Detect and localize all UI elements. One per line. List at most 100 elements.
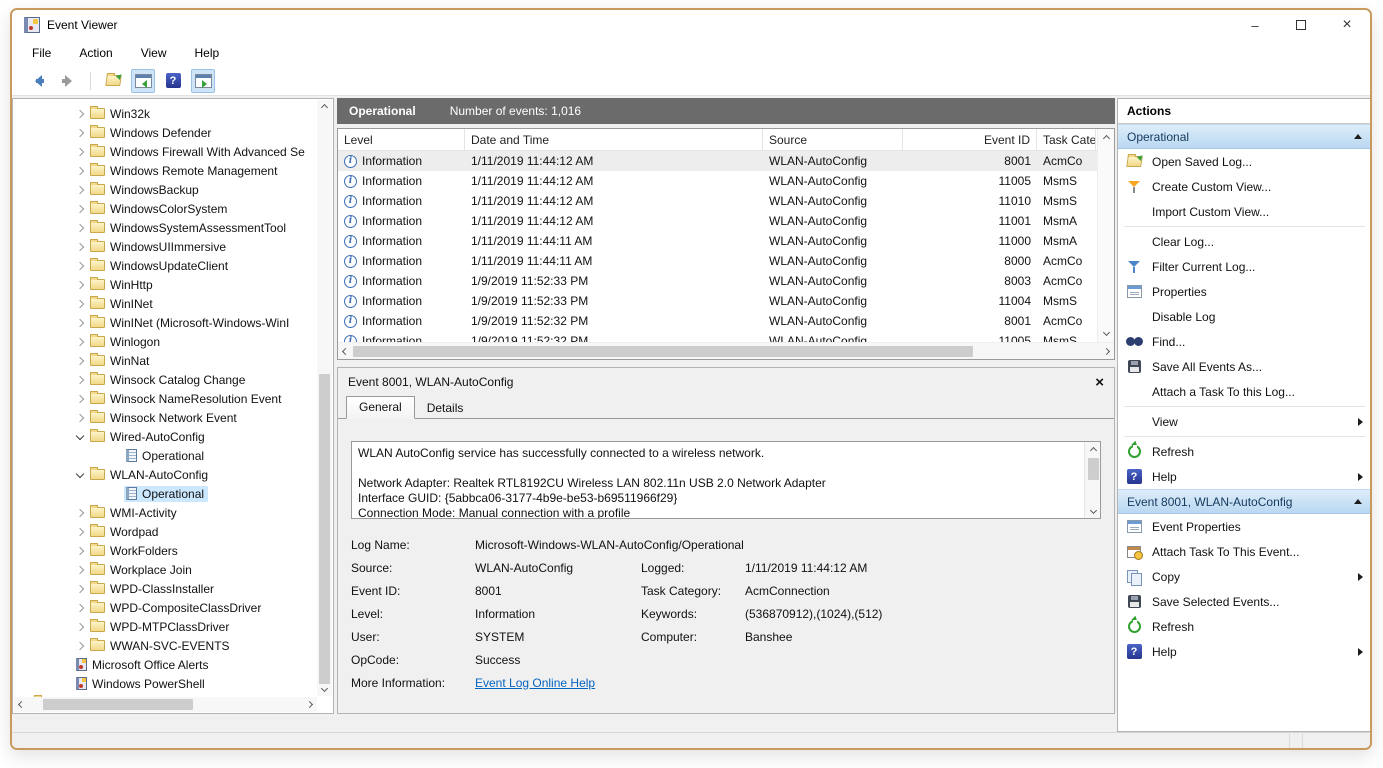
scroll-down-arrow[interactable] bbox=[1099, 325, 1114, 340]
chevron-collapsed-icon[interactable] bbox=[76, 395, 84, 403]
event-row[interactable]: iInformation1/11/2019 11:44:12 AMWLAN-Au… bbox=[338, 171, 1097, 191]
action-item-help[interactable]: ?Help bbox=[1118, 464, 1371, 489]
tree-item[interactable]: Windows PowerShell bbox=[13, 674, 317, 693]
event-row[interactable]: iInformation1/9/2019 11:52:32 PMWLAN-Aut… bbox=[338, 311, 1097, 331]
chevron-expanded-icon[interactable] bbox=[76, 469, 84, 477]
chevron-collapsed-icon[interactable] bbox=[76, 376, 84, 384]
tree-item[interactable]: Winsock NameResolution Event bbox=[13, 389, 317, 408]
scroll-left-arrow[interactable] bbox=[338, 344, 353, 359]
scroll-thumb[interactable] bbox=[1088, 458, 1099, 480]
tree-item[interactable]: WinINet bbox=[13, 294, 317, 313]
tree-item[interactable]: WPD-MTPClassDriver bbox=[13, 617, 317, 636]
list-horizontal-scrollbar[interactable] bbox=[338, 342, 1114, 359]
forward-button[interactable] bbox=[56, 69, 80, 93]
tree-item[interactable]: Winlogon bbox=[13, 332, 317, 351]
tree-item[interactable]: Operational bbox=[13, 446, 317, 465]
collapse-section-icon[interactable] bbox=[1354, 499, 1362, 504]
tree-item[interactable]: Winsock Network Event bbox=[13, 408, 317, 427]
scroll-left-arrow[interactable] bbox=[14, 697, 29, 712]
event-log-online-help-link[interactable]: Event Log Online Help bbox=[475, 676, 595, 690]
action-item-find[interactable]: Find... bbox=[1118, 329, 1371, 354]
maximize-button[interactable] bbox=[1278, 10, 1324, 40]
menu-action[interactable]: Action bbox=[79, 46, 112, 60]
event-row[interactable]: iInformation1/11/2019 11:44:12 AMWLAN-Au… bbox=[338, 191, 1097, 211]
chevron-collapsed-icon[interactable] bbox=[76, 642, 84, 650]
chevron-collapsed-icon[interactable] bbox=[76, 528, 84, 536]
back-button[interactable] bbox=[26, 69, 50, 93]
action-item-refresh[interactable]: Refresh bbox=[1118, 614, 1371, 639]
tree-item[interactable]: WinINet (Microsoft-Windows-WinI bbox=[13, 313, 317, 332]
tree-item[interactable]: Win32k bbox=[13, 104, 317, 123]
column-header-task-category[interactable]: Task Category bbox=[1037, 129, 1096, 150]
chevron-collapsed-icon[interactable] bbox=[76, 585, 84, 593]
chevron-collapsed-icon[interactable] bbox=[76, 547, 84, 555]
chevron-collapsed-icon[interactable] bbox=[76, 186, 84, 194]
chevron-collapsed-icon[interactable] bbox=[76, 224, 84, 232]
collapse-section-icon[interactable] bbox=[1354, 134, 1362, 139]
scroll-up-arrow[interactable] bbox=[1085, 443, 1101, 457]
chevron-collapsed-icon[interactable] bbox=[76, 281, 84, 289]
action-item-save-all-events-as[interactable]: Save All Events As... bbox=[1118, 354, 1371, 379]
chevron-collapsed-icon[interactable] bbox=[76, 509, 84, 517]
tree-item[interactable]: Winsock Catalog Change bbox=[13, 370, 317, 389]
action-item-help[interactable]: ?Help bbox=[1118, 639, 1371, 664]
action-item-import-custom-view[interactable]: Import Custom View... bbox=[1118, 199, 1371, 224]
menu-help[interactable]: Help bbox=[195, 46, 220, 60]
tree-item[interactable]: WindowsColorSystem bbox=[13, 199, 317, 218]
open-saved-log-toolbar-button[interactable] bbox=[101, 69, 125, 93]
action-item-disable-log[interactable]: Disable Log bbox=[1118, 304, 1371, 329]
tree-item[interactable]: Microsoft Office Alerts bbox=[13, 655, 317, 674]
chevron-collapsed-icon[interactable] bbox=[76, 623, 84, 631]
scroll-down-arrow[interactable] bbox=[1085, 503, 1101, 517]
scroll-thumb[interactable] bbox=[319, 374, 330, 684]
scroll-thumb[interactable] bbox=[353, 346, 973, 357]
close-details-icon[interactable]: × bbox=[1095, 374, 1104, 391]
action-item-attach-task-to-this-event[interactable]: Attach Task To This Event... bbox=[1118, 539, 1371, 564]
event-row[interactable]: iInformation1/11/2019 11:44:11 AMWLAN-Au… bbox=[338, 231, 1097, 251]
list-vertical-scrollbar[interactable] bbox=[1097, 129, 1114, 342]
tree-item[interactable]: WindowsBackup bbox=[13, 180, 317, 199]
scroll-down-arrow[interactable] bbox=[317, 681, 332, 696]
chevron-collapsed-icon[interactable] bbox=[76, 338, 84, 346]
tree-item[interactable]: WinHttp bbox=[13, 275, 317, 294]
tree-item[interactable]: Operational bbox=[13, 484, 317, 503]
tree-item[interactable]: Workplace Join bbox=[13, 560, 317, 579]
menu-view[interactable]: View bbox=[141, 46, 167, 60]
event-row[interactable]: iInformation1/9/2019 11:52:33 PMWLAN-Aut… bbox=[338, 271, 1097, 291]
tree-item[interactable]: WorkFolders bbox=[13, 541, 317, 560]
chevron-collapsed-icon[interactable] bbox=[76, 167, 84, 175]
scroll-right-arrow[interactable] bbox=[1099, 344, 1114, 359]
chevron-collapsed-icon[interactable] bbox=[76, 110, 84, 118]
tree-item[interactable]: Wordpad bbox=[13, 522, 317, 541]
scroll-up-arrow[interactable] bbox=[1099, 131, 1114, 146]
tree-item[interactable]: WWAN-SVC-EVENTS bbox=[13, 636, 317, 655]
tree-item[interactable]: WindowsUpdateClient bbox=[13, 256, 317, 275]
column-header-date-and-time[interactable]: Date and Time bbox=[465, 129, 763, 150]
action-item-refresh[interactable]: Refresh bbox=[1118, 439, 1371, 464]
tree-item[interactable]: WMI-Activity bbox=[13, 503, 317, 522]
column-header-source[interactable]: Source bbox=[763, 129, 903, 150]
action-item-attach-a-task-to-this-log[interactable]: Attach a Task To this Log... bbox=[1118, 379, 1371, 404]
chevron-collapsed-icon[interactable] bbox=[76, 357, 84, 365]
scroll-right-arrow[interactable] bbox=[302, 697, 317, 712]
actions-section-header[interactable]: Operational bbox=[1118, 124, 1371, 149]
help-toolbar-button[interactable]: ? bbox=[161, 69, 185, 93]
chevron-collapsed-icon[interactable] bbox=[76, 262, 84, 270]
tree-item[interactable]: WPD-CompositeClassDriver bbox=[13, 598, 317, 617]
tree-item[interactable]: WindowsSystemAssessmentTool bbox=[13, 218, 317, 237]
close-button[interactable]: × bbox=[1324, 10, 1370, 40]
tree-item[interactable]: Windows Firewall With Advanced Se bbox=[13, 142, 317, 161]
toggle-action-pane-button[interactable] bbox=[191, 69, 215, 93]
action-item-create-custom-view[interactable]: Create Custom View... bbox=[1118, 174, 1371, 199]
message-vertical-scrollbar[interactable] bbox=[1084, 442, 1100, 518]
tree-item[interactable]: WinNat bbox=[13, 351, 317, 370]
minimize-button[interactable]: – bbox=[1232, 10, 1278, 40]
tree-horizontal-scrollbar[interactable] bbox=[14, 697, 317, 712]
action-item-copy[interactable]: Copy bbox=[1118, 564, 1371, 589]
chevron-collapsed-icon[interactable] bbox=[76, 129, 84, 137]
tab-general[interactable]: General bbox=[346, 396, 415, 419]
action-item-clear-log[interactable]: Clear Log... bbox=[1118, 229, 1371, 254]
action-item-view[interactable]: View bbox=[1118, 409, 1371, 434]
actions-section-header[interactable]: Event 8001, WLAN-AutoConfig bbox=[1118, 489, 1371, 514]
chevron-expanded-icon[interactable] bbox=[76, 431, 84, 439]
